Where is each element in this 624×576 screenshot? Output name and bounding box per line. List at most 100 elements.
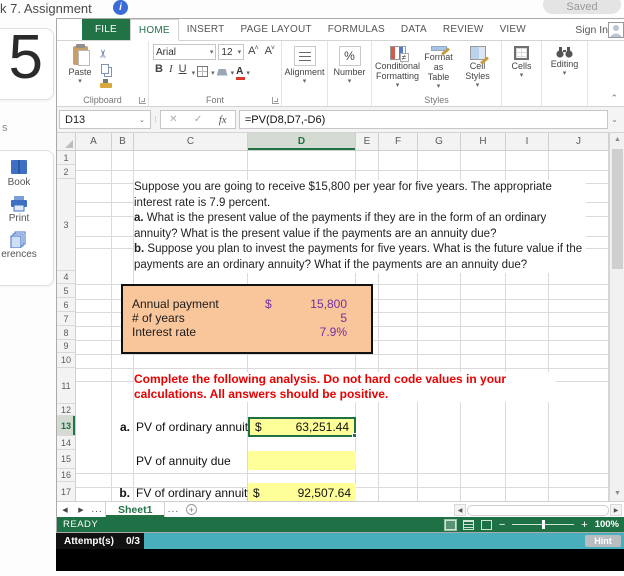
column-header-D[interactable]: D [248, 133, 356, 151]
ribbon-tab-file[interactable]: FILE [82, 19, 130, 40]
insert-function-button[interactable]: fx [219, 114, 227, 126]
row-header-9[interactable]: 9 [57, 340, 76, 353]
borders-dropdown-icon[interactable]: ▾ [211, 69, 215, 77]
row-header-16[interactable]: 16 [57, 469, 76, 482]
column-header-C[interactable]: C [134, 133, 248, 151]
name-box[interactable]: D13 ⌄ [59, 110, 151, 129]
vertical-scroll-thumb[interactable] [612, 149, 623, 269]
cell-d17-fv-ordinary-annuity[interactable]: $ 92,507.64 [248, 483, 356, 501]
expand-formula-bar-icon[interactable]: ⌄ [611, 115, 620, 124]
ribbon-tab-data[interactable]: DATA [393, 19, 435, 40]
collapse-ribbon-icon[interactable]: ⌃ [610, 93, 618, 104]
font-dialog-launcher-icon[interactable] [272, 97, 279, 104]
cell-d15-pv-annuity-due[interactable] [248, 451, 356, 470]
row-header-17[interactable]: 17 [57, 482, 76, 502]
zoom-slider-thumb[interactable] [542, 520, 546, 529]
scroll-down-icon[interactable]: ▼ [610, 487, 624, 501]
cell-styles-button[interactable]: Cell Styles [458, 44, 497, 94]
horizontal-scrollbar[interactable]: ◀ ▶ [454, 504, 622, 516]
row-header-14[interactable]: 14 [57, 436, 76, 450]
cell-d13-pv-ordinary-annuity[interactable]: $ 63,251.44 [248, 417, 357, 438]
row-header-1[interactable]: 1 [57, 151, 76, 165]
column-header-J[interactable]: J [549, 133, 609, 151]
row-header-11[interactable]: 11 [57, 368, 76, 404]
row-header-15[interactable]: 15 [57, 450, 76, 469]
clipboard-dialog-launcher-icon[interactable] [139, 97, 146, 104]
formula-input[interactable]: =PV(D8,D7,-D6) [238, 110, 609, 129]
increase-font-button[interactable]: A [246, 45, 260, 60]
sidebar-item-print[interactable]: Print [0, 195, 53, 224]
fill-dropdown-icon[interactable]: ▾ [231, 69, 235, 77]
underline-button[interactable]: U [177, 63, 189, 78]
page-layout-view-icon[interactable] [462, 519, 474, 530]
hint-button[interactable]: Hint [585, 535, 621, 547]
format-as-table-button[interactable]: Format as Table [419, 44, 458, 94]
next-sheet-icon[interactable]: ▶ [73, 502, 89, 517]
row-header-10[interactable]: 10 [57, 353, 76, 368]
number-format-button[interactable]: % Number [332, 44, 367, 89]
paste-button[interactable]: Paste [61, 44, 99, 94]
zoom-out-button[interactable]: − [499, 519, 505, 531]
select-all-corner[interactable] [57, 133, 76, 151]
sheet-dots-right[interactable]: ... [165, 502, 181, 517]
copy-button[interactable] [99, 62, 125, 76]
sidebar-item-ebook[interactable]: Book [0, 159, 53, 188]
ribbon-tab-page-layout[interactable]: PAGE LAYOUT [232, 19, 319, 40]
prev-sheet-icon[interactable]: ◀ [57, 502, 73, 517]
row-header-2[interactable]: 2 [57, 165, 76, 179]
conditional-formatting-button[interactable]: ≠ Conditional Formatting [375, 44, 420, 94]
row-header-13[interactable]: 13 [57, 416, 76, 436]
tab-sheet1[interactable]: Sheet1 [105, 502, 166, 517]
row-header-3[interactable]: 3 [57, 179, 76, 271]
user-avatar-icon[interactable] [608, 22, 624, 38]
scroll-right-icon[interactable]: ▶ [610, 504, 622, 516]
column-header-E[interactable]: E [356, 133, 379, 151]
vertical-scrollbar[interactable]: ▲ ▼ [609, 133, 624, 501]
row-header-5[interactable]: 5 [57, 284, 76, 298]
confirm-formula-icon[interactable]: ✓ [194, 114, 202, 125]
row-header-6[interactable]: 6 [57, 298, 76, 312]
borders-icon[interactable] [197, 66, 209, 77]
column-header-F[interactable]: F [379, 133, 418, 151]
horizontal-scroll-track[interactable] [467, 504, 609, 516]
ribbon-tab-review[interactable]: REVIEW [435, 19, 492, 40]
info-icon[interactable]: i [113, 0, 128, 15]
cells-button[interactable]: Cells [506, 44, 537, 83]
zoom-in-button[interactable]: + [581, 519, 587, 531]
format-painter-button[interactable] [99, 78, 125, 92]
row-header-8[interactable]: 8 [57, 326, 76, 340]
cancel-formula-icon[interactable]: ✕ [169, 114, 177, 125]
underline-dropdown-icon[interactable]: ▾ [192, 69, 196, 77]
fill-color-icon[interactable] [216, 68, 228, 76]
sign-in-button[interactable]: Sign In [575, 19, 608, 41]
cut-button[interactable]: ✂ [98, 46, 125, 60]
column-header-B[interactable]: B [112, 133, 134, 151]
column-header-H[interactable]: H [461, 133, 506, 151]
ribbon-tab-formulas[interactable]: FORMULAS [320, 19, 393, 40]
zoom-level[interactable]: 100% [595, 519, 619, 530]
sidebar-item-references[interactable]: erences [0, 231, 53, 260]
column-header-A[interactable]: A [76, 133, 112, 151]
ribbon-tab-home[interactable]: HOME [129, 19, 179, 41]
row-header-7[interactable]: 7 [57, 312, 76, 326]
column-header-I[interactable]: I [506, 133, 549, 151]
font-name-select[interactable]: Arial ▾ [153, 44, 217, 60]
font-color-dropdown-icon[interactable]: ▾ [246, 69, 250, 77]
editing-button[interactable]: Editing [546, 44, 583, 81]
page-break-view-icon[interactable] [480, 519, 492, 530]
fill-handle[interactable] [352, 433, 357, 438]
sheet-dots-left[interactable]: ... [89, 502, 105, 517]
ribbon-tab-insert[interactable]: INSERT [179, 19, 233, 40]
cells-area[interactable]: Suppose you are going to receive $15,800… [76, 151, 609, 501]
row-header-4[interactable]: 4 [57, 271, 76, 284]
zoom-slider[interactable] [512, 520, 575, 529]
bold-button[interactable]: B [153, 63, 165, 78]
decrease-font-button[interactable]: A [263, 45, 277, 60]
new-sheet-button[interactable]: + [181, 502, 201, 517]
normal-view-icon[interactable] [443, 518, 457, 531]
ribbon-tab-view[interactable]: VIEW [492, 19, 534, 40]
column-header-G[interactable]: G [418, 133, 461, 151]
font-color-icon[interactable]: A [236, 66, 246, 80]
italic-button[interactable]: I [167, 63, 175, 78]
scroll-left-icon[interactable]: ◀ [454, 504, 466, 516]
